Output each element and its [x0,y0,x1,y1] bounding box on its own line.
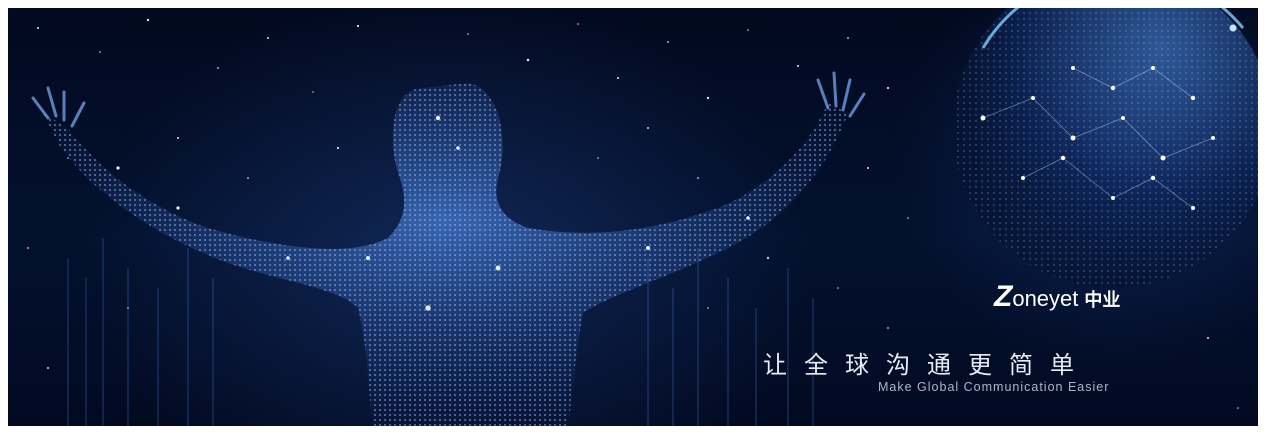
brand-name: oneyet [1012,286,1079,311]
particle-human-figure [31,71,866,426]
brand-name-cn: 中业 [1084,290,1121,310]
slogan-english: Make Global Communication Easier [878,380,1110,394]
slogan-chinese: 让全球沟通更简单 [763,352,1091,379]
hero-banner: Z oneyet 中业 让全球沟通更简单 Make Global Communi… [8,8,1258,426]
network-globe [953,8,1258,288]
brand-logo-mark: Z [994,280,1012,313]
brand-logo: Z oneyet 中业 [994,278,1120,312]
